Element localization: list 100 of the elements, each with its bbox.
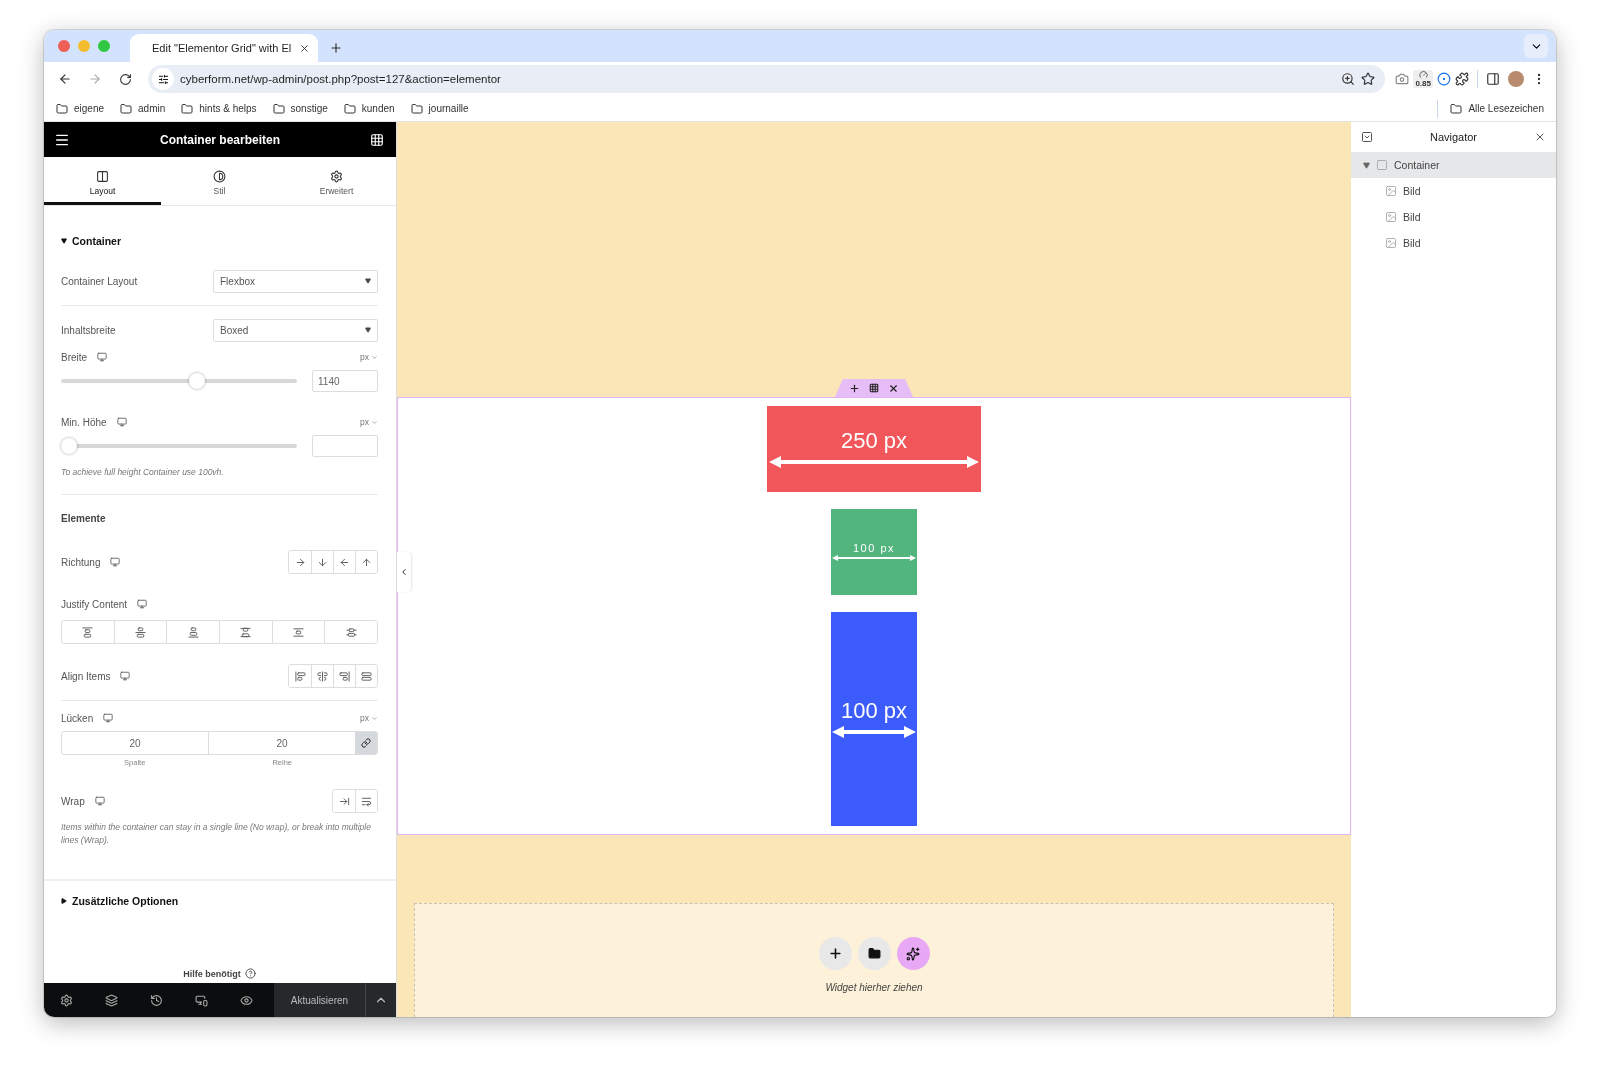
- arrow-right-icon: [88, 72, 102, 86]
- slider-track[interactable]: [61, 373, 297, 389]
- help-link[interactable]: Hilfe benötigt: [183, 968, 256, 979]
- section-header[interactable]: Zusätzliche Optionen: [61, 895, 179, 907]
- container-icon: [1376, 159, 1388, 171]
- wrap-button[interactable]: [355, 790, 377, 812]
- desktop-icon[interactable]: [97, 352, 108, 362]
- layout-dropdown[interactable]: Flexbox: [213, 269, 378, 293]
- section-header[interactable]: Container: [61, 235, 121, 247]
- close-icon[interactable]: [1534, 131, 1546, 143]
- gear-icon: [330, 169, 343, 183]
- profile-avatar[interactable]: [1508, 71, 1524, 87]
- navigator-item[interactable]: Container: [1351, 152, 1556, 178]
- close-window-button[interactable]: [58, 40, 70, 52]
- drop-zone[interactable]: Widget hierher ziehen: [414, 903, 1334, 1017]
- bookmark-folder[interactable]: hints & helps: [181, 102, 257, 115]
- unit-selector[interactable]: px: [360, 352, 378, 362]
- field-label: Justify Content: [61, 598, 128, 610]
- settings-icon: [60, 993, 73, 1007]
- camera-icon[interactable]: [1395, 72, 1410, 86]
- panel-tab[interactable]: Stil: [161, 157, 278, 205]
- folder-icon: [272, 102, 285, 115]
- desktop-icon[interactable]: [103, 713, 114, 723]
- justify-button[interactable]: [324, 621, 377, 643]
- align-icon: [293, 626, 304, 638]
- align-icon: [294, 670, 306, 682]
- address-bar[interactable]: cyberform.net/wp-admin/post.php?post=127&action=elementor: [148, 65, 1386, 93]
- bookmark-folder[interactable]: admin: [120, 102, 166, 115]
- field-label: Lücken: [61, 712, 94, 724]
- template-button[interactable]: [857, 937, 891, 970]
- desktop-icon[interactable]: [120, 671, 131, 681]
- add-button[interactable]: [849, 382, 860, 394]
- wrap-icon: [361, 795, 372, 807]
- plus-icon: [849, 382, 860, 394]
- help-text: Items within the container can stay in a single line (No wrap), or break into multiple lines (Wrap).: [61, 821, 372, 847]
- tab-list-button[interactable]: [1524, 34, 1548, 58]
- image-icon: [1385, 237, 1397, 249]
- panel-tab[interactable]: Erweitert: [278, 157, 395, 205]
- drag-button[interactable]: [869, 383, 879, 393]
- container-handle[interactable]: [835, 379, 913, 397]
- sparkles-icon: [906, 946, 920, 961]
- star-icon[interactable]: [1361, 72, 1376, 86]
- slider-thumb[interactable]: [61, 438, 77, 454]
- folder-icon: [56, 102, 68, 115]
- desktop-icon[interactable]: [116, 417, 127, 427]
- slider-track[interactable]: [61, 438, 297, 454]
- width-dropdown[interactable]: Boxed: [213, 318, 378, 342]
- caret-icon[interactable]: [1363, 161, 1370, 169]
- folder-icon: [410, 102, 423, 115]
- slider-thumb[interactable]: [188, 373, 205, 389]
- align-button[interactable]: [355, 665, 377, 687]
- desktop-icon[interactable]: [137, 599, 148, 609]
- desktop-icon[interactable]: [110, 557, 121, 567]
- plus-icon: [827, 946, 843, 961]
- update-button[interactable]: Aktualisieren: [274, 983, 366, 1017]
- align-icon: [82, 626, 94, 638]
- unit-selector[interactable]: px: [360, 713, 378, 723]
- close-icon[interactable]: [299, 42, 311, 54]
- help-text: To achieve full height Container use 100vh.: [61, 466, 225, 479]
- align-icon: [317, 670, 328, 682]
- extensions-icon[interactable]: [1455, 72, 1469, 86]
- chevron-down-icon: [371, 353, 378, 361]
- align-icon: [339, 670, 350, 682]
- site-settings-button[interactable]: [152, 68, 174, 90]
- double-arrow-icon: [769, 456, 979, 468]
- align-icon: [187, 626, 199, 638]
- image-block[interactable]: 100 px: [831, 612, 917, 826]
- bookmark-folder[interactable]: kunden: [343, 102, 395, 115]
- eye-icon: [240, 993, 253, 1007]
- side-panel-icon[interactable]: [1486, 72, 1500, 86]
- folder-icon: [120, 102, 133, 115]
- browser-tab[interactable]: Edit "Elementor Grid" with El: [130, 34, 319, 62]
- bookmark-folder[interactable]: eigene: [56, 102, 105, 115]
- bookmark-folder[interactable]: sonstige: [272, 102, 328, 115]
- chevron-down-icon: [371, 418, 378, 426]
- container-outline[interactable]: 250 px 100 px 100 px: [397, 397, 1351, 835]
- url-text: cyberform.net/wp-admin/post.php?post=127&action=elementor: [180, 73, 502, 85]
- arrow-down-icon: [317, 556, 328, 568]
- all-bookmarks-link[interactable]: Alle Lesezeichen: [1450, 102, 1544, 115]
- zoom-icon[interactable]: [1341, 72, 1356, 86]
- zoom-level-badge[interactable]: 0.85: [1413, 70, 1433, 88]
- bookmark-folder[interactable]: journaille: [410, 102, 469, 115]
- add-section-button[interactable]: [818, 937, 852, 970]
- image-icon: [1385, 211, 1397, 223]
- delete-button[interactable]: [888, 382, 899, 394]
- columns-icon: [96, 169, 109, 183]
- direction-button[interactable]: [355, 551, 377, 573]
- grid-icon[interactable]: [370, 132, 384, 147]
- close-icon: [888, 382, 899, 394]
- desktop-icon[interactable]: [94, 796, 105, 806]
- panel-tab[interactable]: Layout: [44, 157, 161, 205]
- collapse-icon[interactable]: [1361, 131, 1373, 143]
- unit-selector[interactable]: px: [360, 417, 378, 427]
- number-input[interactable]: 1140: [312, 370, 378, 392]
- number-input[interactable]: [312, 435, 378, 457]
- tab-title: Edit "Elementor Grid" with El: [152, 42, 292, 54]
- ai-button[interactable]: [896, 937, 930, 970]
- align-icon: [135, 626, 146, 638]
- chevron-left-icon: [399, 567, 409, 577]
- arrow-to-line-icon: [338, 795, 350, 807]
